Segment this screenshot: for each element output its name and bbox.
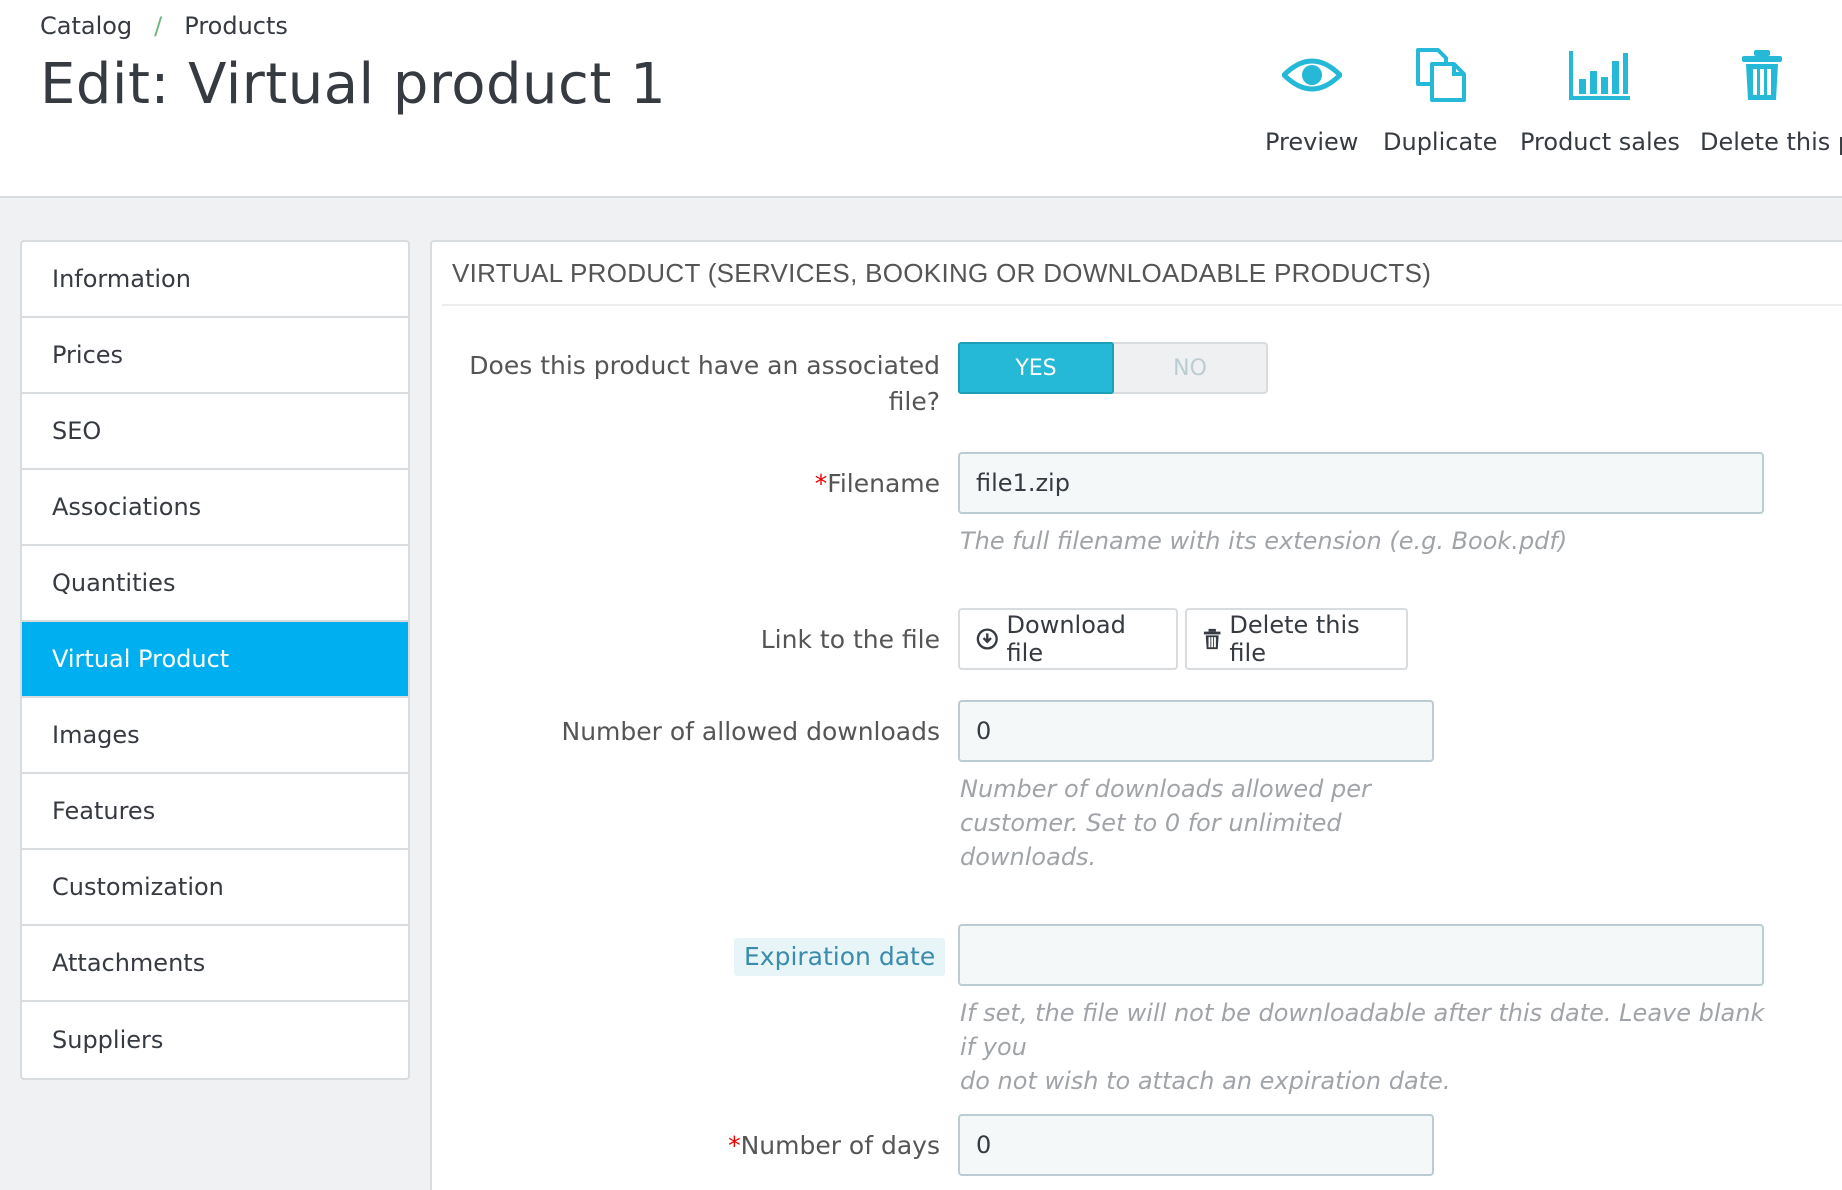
duplicate-label: Duplicate [1383,128,1498,156]
preview-label: Preview [1265,128,1359,156]
expiration-date-label[interactable]: Expiration date [734,938,946,976]
expiration-date-help-line2: do not wish to attach an expiration date… [960,1067,1451,1095]
product-sales-button[interactable]: Product sales [1520,40,1680,156]
product-sales-label: Product sales [1520,128,1680,156]
sidebar-item-customization[interactable]: Customization [22,850,408,926]
toolbar: Preview Duplicate Product sales Delete t… [1250,40,1842,160]
allowed-downloads-help: Number of downloads allowed per customer… [960,772,1420,874]
delete-file-button[interactable]: Delete this file [1185,608,1408,670]
page-header: Catalog / Products Edit: Virtual product… [0,0,1842,198]
associated-file-label: Does this product have an associated fil… [440,348,940,420]
associated-file-switch[interactable]: YES NO [958,342,1268,394]
switch-yes[interactable]: YES [958,342,1114,394]
page-title: Edit: Virtual product 1 [40,52,667,117]
switch-no[interactable]: NO [1114,344,1266,392]
breadcrumb: Catalog / Products [40,12,288,40]
sidebar-item-features[interactable]: Features [22,774,408,850]
expiration-date-help-line1: If set, the file will not be downloadabl… [960,999,1765,1061]
preview-button[interactable]: Preview [1265,40,1358,156]
delete-product-label: Delete this p [1700,128,1842,156]
sidebar-item-prices[interactable]: Prices [22,318,408,394]
required-marker: * [728,1131,741,1160]
allowed-downloads-help-line1: Number of downloads allowed per [960,775,1371,803]
filename-input[interactable]: file1.zip [958,452,1764,514]
filename-label-text: Filename [827,469,940,498]
expiration-date-help: If set, the file will not be downloadabl… [960,996,1780,1098]
sidebar-item-images[interactable]: Images [22,698,408,774]
delete-product-button[interactable]: Delete this p [1700,40,1842,156]
filename-label: *Filename [440,466,940,502]
number-of-days-label-text: Number of days [740,1131,940,1160]
duplicate-icon [1410,40,1470,110]
sidebar-item-suppliers[interactable]: Suppliers [22,1002,408,1078]
eye-icon [1281,40,1342,110]
allowed-downloads-input[interactable]: 0 [958,700,1434,762]
link-to-file-label-text: Link to the file [760,625,940,654]
allowed-downloads-label-text: Number of allowed downloads [561,717,940,746]
required-marker: * [814,469,828,498]
sidebar-item-seo[interactable]: SEO [22,394,408,470]
panel-heading: VIRTUAL PRODUCT (SERVICES, BOOKING OR DO… [442,242,1842,306]
filename-help: The full filename with its extension (e.… [960,527,1568,555]
allowed-downloads-help-line2: customer. Set to 0 for unlimited [960,809,1342,837]
sidebar-item-virtual-product[interactable]: Virtual Product [22,622,408,698]
sidebar-item-associations[interactable]: Associations [22,470,408,546]
trash-icon [1700,40,1784,110]
number-of-days-input[interactable]: 0 [958,1114,1434,1176]
sidebar-item-quantities[interactable]: Quantities [22,546,408,622]
download-file-label: Download file [1006,611,1126,667]
product-tabs-sidebar: Information Prices SEO Associations Quan… [20,240,410,1080]
delete-file-label: Delete this file [1229,611,1360,667]
number-of-days-label: *Number of days [440,1128,940,1164]
sidebar-item-attachments[interactable]: Attachments [22,926,408,1002]
breadcrumb-products[interactable]: Products [184,12,288,40]
download-icon [976,628,998,650]
sidebar-item-information[interactable]: Information [22,242,408,318]
associated-file-label-line1: Does this product have an associated [469,351,940,380]
duplicate-button[interactable]: Duplicate [1383,40,1497,156]
allowed-downloads-help-line3: downloads. [960,843,1097,871]
expiration-date-input[interactable] [958,924,1764,986]
allowed-downloads-label: Number of allowed downloads [440,714,940,750]
download-file-button[interactable]: Download file [958,608,1178,670]
breadcrumb-separator: / [154,12,163,40]
trash-small-icon [1203,628,1221,650]
link-to-file-label: Link to the file [440,622,940,658]
associated-file-label-line2: file? [888,387,940,416]
bar-chart-icon [1568,40,1632,110]
breadcrumb-catalog[interactable]: Catalog [40,12,132,40]
